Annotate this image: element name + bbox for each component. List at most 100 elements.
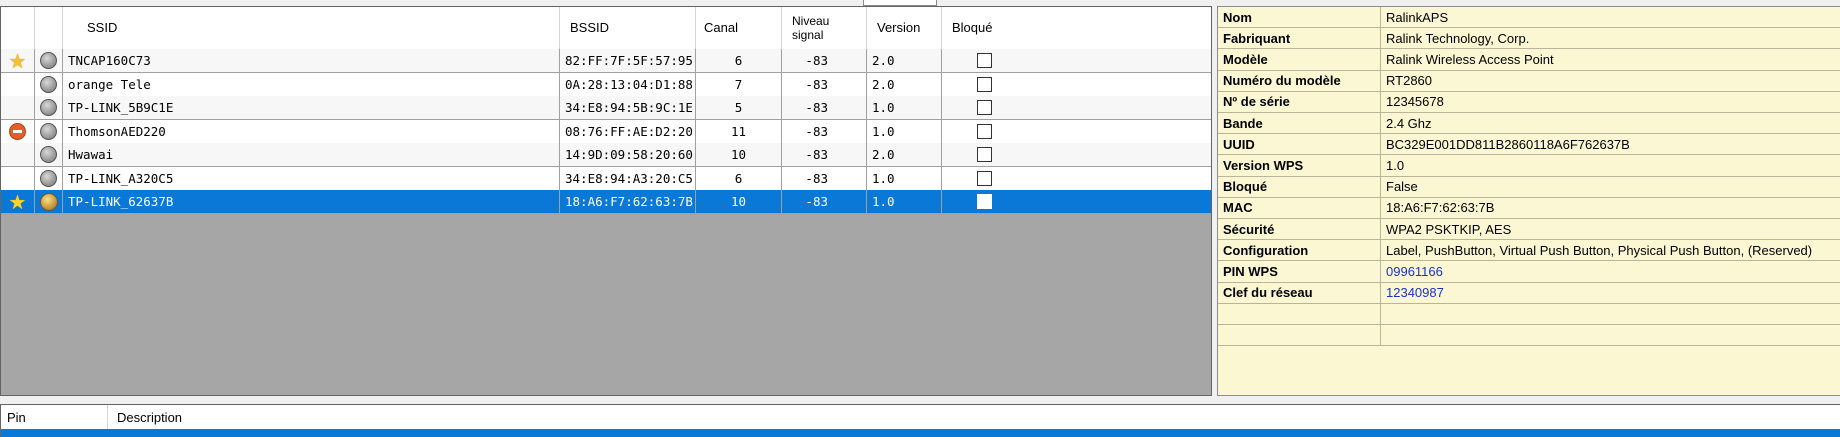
table-row[interactable]: ★ TNCAP160C73 82:FF:7F:5F:57:95 6 -83 2.0 [1, 49, 1211, 73]
blocked-checkbox[interactable] [976, 76, 992, 92]
property-value: 18:A6:F7:62:63:7B [1386, 200, 1495, 216]
table-row[interactable]: ★ TP-LINK_62637B 18:A6:F7:62:63:7B 10 -83 1.0 [1, 190, 1211, 214]
row-marker-cell [1, 143, 35, 166]
property-key: Configuration [1218, 240, 1381, 261]
version-cell: 1.0 [867, 96, 942, 119]
property-key [1218, 303, 1381, 324]
ssid-cell: TNCAP160C73 [63, 49, 560, 72]
row-status-cell [35, 166, 63, 190]
version-cell: 2.0 [867, 72, 942, 96]
bssid-cell: 34:E8:94:5B:9C:1E [560, 96, 696, 119]
table-row[interactable]: TP-LINK_A320C5 34:E8:94:A3:20:C5 6 -83 1.0 [1, 166, 1211, 191]
ssid-cell: TP-LINK_5B9C1E [63, 96, 560, 119]
property-value: 12345678 [1386, 94, 1444, 110]
signal-cell: -83 [782, 49, 867, 72]
property-key: Fabriquant [1218, 28, 1381, 49]
bssid-cell: 14:9D:09:58:20:60 [560, 143, 696, 166]
star-icon: ★ [8, 49, 27, 72]
table-row[interactable]: ThomsonAED220 08:76:FF:AE:D2:20 11 -83 1.0 [1, 119, 1211, 144]
property-value: Label, PushButton, Virtual Push Button, … [1386, 242, 1813, 258]
table-row[interactable]: orange Tele 0A:28:13:04:D1:88 7 -83 2.0 [1, 72, 1211, 97]
property-value: Ralink Technology, Corp. [1386, 30, 1530, 46]
header-bssid[interactable]: BSSID [560, 7, 696, 49]
property-row: Modèle Ralink Wireless Access Point [1218, 49, 1840, 71]
header-version[interactable]: Version [867, 7, 942, 49]
row-marker-cell [1, 166, 35, 190]
header-niveau-signal[interactable]: Niveau signal [782, 7, 867, 49]
header-canal[interactable]: Canal [696, 7, 782, 49]
signal-bullet-icon [40, 122, 57, 140]
table-row[interactable]: TP-LINK_5B9C1E 34:E8:94:5B:9C:1E 5 -83 1.0 [1, 96, 1211, 120]
property-row [1218, 325, 1840, 347]
pins-table[interactable]: Pin Description [0, 404, 1840, 437]
property-key [1218, 325, 1381, 346]
blocked-checkbox[interactable] [976, 123, 992, 139]
blocked-checkbox[interactable] [976, 100, 992, 115]
signal-bullet-icon [40, 52, 57, 69]
property-value: RalinkAPS [1386, 9, 1449, 25]
property-row: Fabriquant Ralink Technology, Corp. [1218, 28, 1840, 50]
property-row: Sécurité WPA2 PSKTKIP, AES [1218, 219, 1840, 241]
row-marker-cell: ★ [1, 49, 35, 72]
property-value [1381, 304, 1840, 324]
signal-bullet-icon [40, 99, 57, 116]
properties-panel: Nom RalinkAPS Fabriquant Ralink Technology,… [1217, 6, 1840, 396]
version-cell: 2.0 [867, 49, 942, 72]
property-value: RT2860 [1386, 73, 1433, 89]
pins-header-pin[interactable]: Pin [1, 405, 108, 429]
property-key: Modèle [1218, 49, 1381, 70]
bloque-cell [942, 49, 1026, 72]
canal-cell: 11 [696, 119, 782, 143]
signal-cell: -83 [782, 166, 867, 190]
networks-grid[interactable]: SSID BSSID Canal Niveau signal Version B… [0, 6, 1212, 396]
property-value: BC329E001DD811B2860118A6F762637B [1386, 136, 1630, 152]
canal-cell: 10 [696, 190, 782, 213]
version-cell: 1.0 [867, 166, 942, 190]
property-row: MAC 18:A6:F7:62:63:7B [1218, 197, 1840, 219]
header-ssid[interactable]: SSID [63, 7, 560, 49]
property-row: Nom RalinkAPS [1218, 7, 1840, 29]
property-key: Bande [1218, 113, 1381, 134]
row-marker-cell [1, 119, 35, 143]
canal-cell: 7 [696, 72, 782, 96]
row-marker-cell: ★ [1, 190, 35, 213]
bloque-cell [942, 120, 1026, 143]
canal-cell: 6 [696, 49, 782, 72]
bloque-cell [942, 167, 1026, 190]
version-cell: 1.0 [867, 190, 942, 213]
property-row [1218, 303, 1840, 325]
row-status-cell [35, 96, 63, 119]
property-key: Sécurité [1218, 219, 1381, 240]
property-row: Nº de série 12345678 [1218, 91, 1840, 113]
property-row: Version WPS 1.0 [1218, 155, 1840, 177]
ssid-cell: ThomsonAED220 [63, 119, 560, 143]
property-key: Clef du réseau [1218, 282, 1381, 303]
signal-cell: -83 [782, 143, 867, 166]
star-icon: ★ [8, 190, 27, 213]
signal-bullet-icon [40, 75, 57, 93]
blocked-checkbox[interactable] [976, 194, 992, 209]
bssid-cell: 18:A6:F7:62:63:7B [560, 190, 696, 213]
property-value: WPA2 PSKTKIP, AES [1386, 221, 1512, 237]
pins-selected-row[interactable] [1, 429, 1840, 437]
property-value-link[interactable]: 09961166 [1381, 261, 1840, 281]
ssid-cell: TP-LINK_A320C5 [63, 166, 560, 190]
row-status-cell [35, 72, 63, 96]
bloque-cell [942, 73, 1026, 96]
header-bloque[interactable]: Bloqué [942, 7, 1026, 49]
canal-cell: 10 [696, 143, 782, 166]
property-value: Ralink Wireless Access Point [1386, 51, 1554, 67]
bloque-cell [942, 96, 1026, 119]
signal-cell: -83 [782, 190, 867, 213]
signal-cell: -83 [782, 72, 867, 96]
property-key: UUID [1218, 134, 1381, 155]
signal-bullet-icon [40, 146, 57, 163]
table-row[interactable]: Hwawai 14:9D:09:58:20:60 10 -83 2.0 [1, 143, 1211, 167]
blocked-checkbox[interactable] [976, 53, 992, 68]
pins-header-description[interactable]: Description [108, 405, 1840, 429]
property-value: 1.0 [1386, 157, 1405, 173]
property-value-link[interactable]: 12340987 [1381, 283, 1840, 303]
blocked-checkbox[interactable] [976, 147, 992, 162]
blocked-checkbox[interactable] [976, 170, 992, 186]
property-row: Numéro du modèle RT2860 [1218, 70, 1840, 92]
